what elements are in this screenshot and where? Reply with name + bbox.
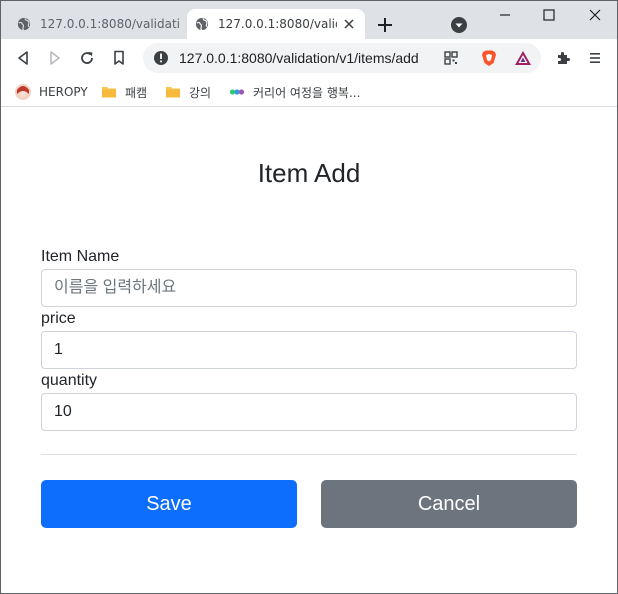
close-window-icon[interactable] <box>583 5 607 25</box>
bookmark-heropy[interactable]: HEROPY <box>15 81 88 103</box>
tab-title: 127.0.0.1:8080/validation/v1/items/add <box>218 17 337 31</box>
bookmark-folder-lecture[interactable]: 강의 <box>165 81 211 103</box>
minimize-icon[interactable] <box>493 5 517 25</box>
cancel-button[interactable]: Cancel <box>321 480 577 528</box>
folder-icon <box>102 87 116 98</box>
folder-icon <box>166 87 180 98</box>
bookmark-label: 패캠 <box>125 85 148 100</box>
item-name-input[interactable] <box>41 269 577 307</box>
page-content: Item Add Item Name price quantity Save C… <box>1 108 617 593</box>
close-tab-icon[interactable] <box>341 16 357 32</box>
browser-window: 127.0.0.1:8080/validation/v1/items/add 1… <box>0 0 618 594</box>
tab-strip: 127.0.0.1:8080/validation/v1/items/add 1… <box>1 1 617 39</box>
globe-icon <box>17 17 31 31</box>
new-tab-button[interactable] <box>373 13 397 37</box>
bookmark-label: 강의 <box>189 85 212 100</box>
reload-icon[interactable] <box>75 46 99 70</box>
price-input[interactable] <box>41 331 577 369</box>
forward-icon[interactable] <box>43 46 67 70</box>
tab-search-icon[interactable] <box>449 15 469 35</box>
bookmark-folder-pacam[interactable]: 패캠 <box>101 81 147 103</box>
extensions-icon[interactable] <box>551 46 575 70</box>
globe-icon <box>195 17 209 31</box>
item-name-label: Item Name <box>41 248 120 265</box>
url-text: 127.0.0.1:8080/validation/v1/items/add <box>179 50 419 66</box>
bookmark-label: 커리어 여정을 행복... <box>253 85 361 100</box>
avatar-icon <box>15 84 31 100</box>
quantity-label: quantity <box>41 372 98 389</box>
menu-icon[interactable] <box>583 46 607 70</box>
brave-shield-icon[interactable] <box>477 46 501 70</box>
tab-title: 127.0.0.1:8080/validation/v1/items/add <box>40 17 179 31</box>
dots-logo-icon <box>229 89 245 95</box>
info-icon[interactable] <box>153 50 169 66</box>
bookmark-icon[interactable] <box>107 46 131 70</box>
qr-code-icon[interactable] <box>439 46 463 70</box>
maximize-icon[interactable] <box>537 5 561 25</box>
tab-active[interactable]: 127.0.0.1:8080/validation/v1/items/add <box>187 9 365 39</box>
browser-toolbar: 127.0.0.1:8080/validation/v1/items/add <box>1 39 617 77</box>
save-button[interactable]: Save <box>41 480 297 528</box>
bookmark-career[interactable]: 커리어 여정을 행복... <box>229 81 360 103</box>
quantity-input[interactable] <box>41 393 577 431</box>
tab-inactive[interactable]: 127.0.0.1:8080/validation/v1/items/add <box>9 9 187 39</box>
bookmarks-bar: HEROPY 패캠 강의 커리어 여정을 행복... <box>1 77 617 107</box>
brave-rewards-icon[interactable] <box>511 46 535 70</box>
price-label: price <box>41 310 76 327</box>
divider <box>41 454 577 455</box>
page-title: Item Add <box>257 158 361 188</box>
back-icon[interactable] <box>11 46 35 70</box>
bookmark-label: HEROPY <box>39 85 88 99</box>
